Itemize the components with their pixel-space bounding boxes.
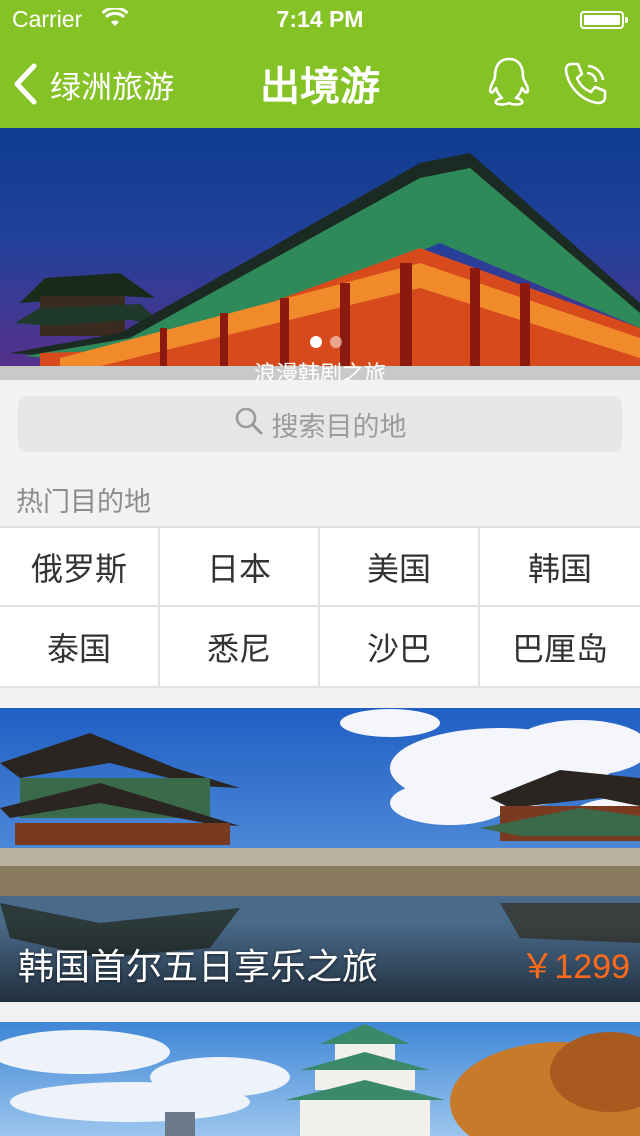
destination-item[interactable]: 韩国	[480, 528, 640, 607]
search-input[interactable]: 搜索目的地	[18, 396, 622, 452]
tour-price: ￥1299	[520, 948, 630, 986]
search-placeholder: 搜索目的地	[271, 411, 407, 443]
destination-item[interactable]: 俄罗斯	[0, 528, 160, 607]
status-bar: Carrier 7:14 PM	[0, 0, 640, 40]
tour-card[interactable]: 韩国首尔五日享乐之旅 ￥1299	[0, 708, 640, 1002]
osaka-castle-image	[0, 1022, 640, 1136]
destination-item[interactable]: 泰国	[0, 607, 160, 686]
pager-dot[interactable]	[310, 336, 322, 348]
hot-destinations-title: 热门目的地	[16, 487, 151, 518]
status-time: 7:14 PM	[276, 6, 364, 32]
phone-button[interactable]	[560, 58, 610, 112]
tour-title: 韩国首尔五日享乐之旅	[18, 947, 379, 988]
battery-icon	[580, 11, 628, 29]
back-label: 绿洲旅游	[50, 69, 174, 106]
destination-item[interactable]: 日本	[160, 528, 320, 607]
destination-item[interactable]: 悉尼	[160, 607, 320, 686]
back-button[interactable]: 绿洲旅游	[12, 58, 174, 110]
banner-caption: 浪漫韩剧之旅	[253, 362, 386, 380]
hot-destinations-grid: 俄罗斯 日本 美国 韩国 泰国 悉尼 沙巴 巴厘岛	[0, 526, 640, 688]
qq-icon	[484, 57, 534, 112]
search-icon	[234, 406, 272, 443]
tour-card[interactable]	[0, 1022, 640, 1136]
destination-item[interactable]: 沙巴	[320, 607, 480, 686]
destination-item[interactable]: 美国	[320, 528, 480, 607]
banner-pager[interactable]	[310, 336, 342, 348]
chevron-left-icon	[12, 63, 38, 105]
qq-button[interactable]	[484, 56, 534, 112]
destination-item[interactable]: 巴厘岛	[480, 607, 640, 686]
pager-dot[interactable]	[330, 336, 342, 348]
phone-icon	[560, 62, 610, 112]
app-header: Carrier 7:14 PM 绿洲旅游 出境游	[0, 0, 640, 128]
